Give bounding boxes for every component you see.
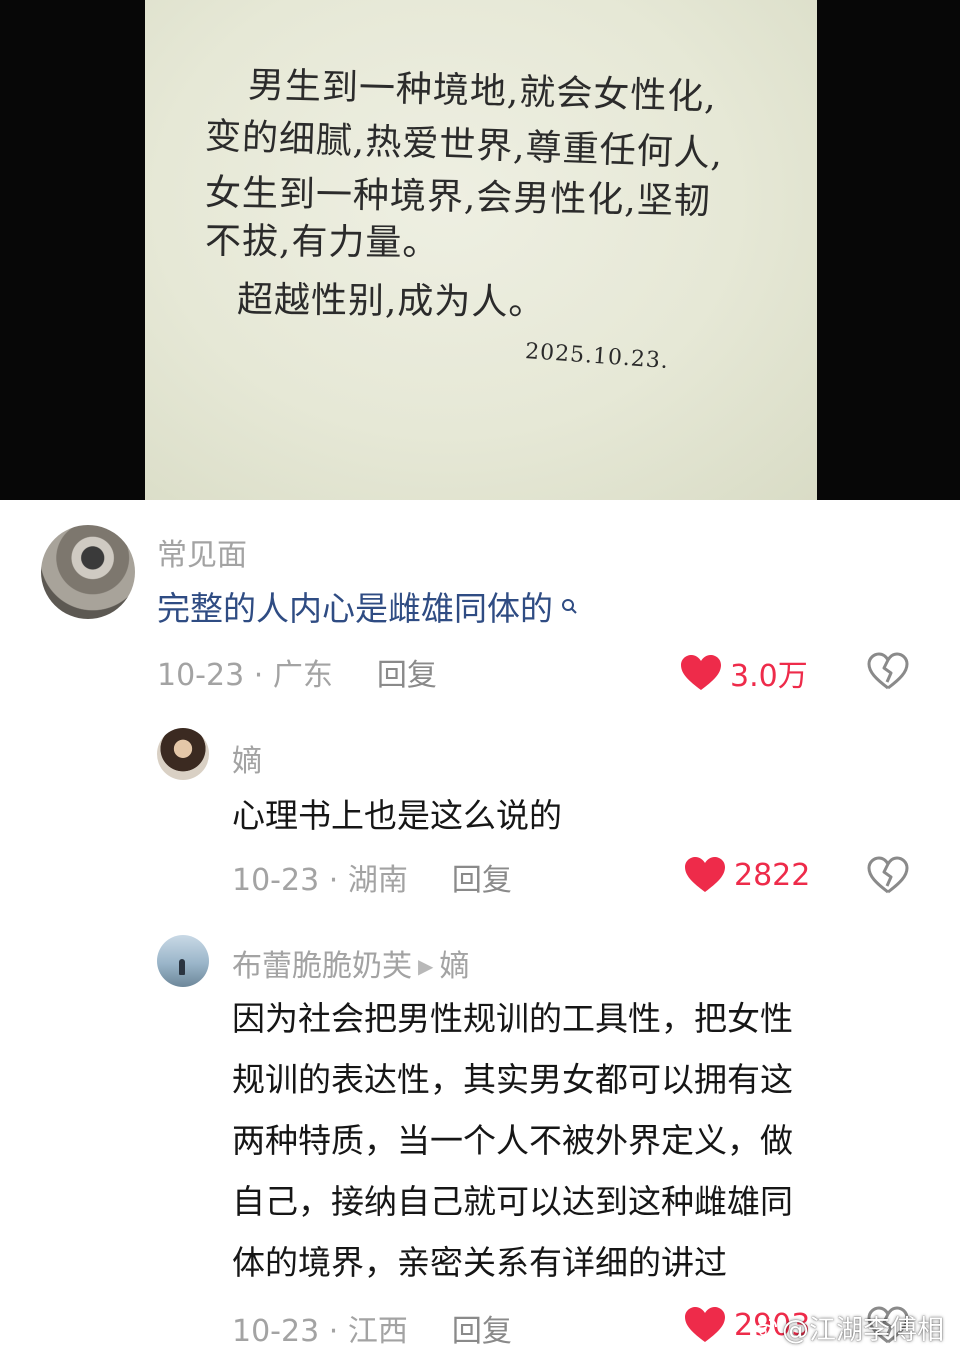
comment-text-line: 规训的表达性，其实男女都可以拥有这 [232,1060,793,1099]
reply-arrow-icon: ▶ [418,954,434,978]
heart-icon [685,1307,725,1342]
reply-button[interactable]: 回复 [452,863,512,898]
like-count: 2822 [734,857,811,893]
avatar[interactable] [157,728,209,780]
note-line: 不拔,有力量。 [204,220,440,265]
heart-icon [685,857,725,892]
comment-date: 10-23 [232,863,320,898]
reply-button[interactable]: 回复 [377,658,437,693]
comment-text: 因为社会把男性规训的工具性，把女性 规训的表达性，其实男女都可以拥有这 两种特质… [232,988,902,1293]
heart-icon [681,655,721,690]
comment-username[interactable]: 布蕾脆脆奶芙 ▶ 嫡 [232,941,469,985]
comment-meta: 10-23 · 广东 回复 [157,658,437,693]
avatar[interactable] [157,935,209,987]
comment-text-line: 体的境界，亲密关系有详细的讲过 [232,1243,727,1282]
comment-text-line: 自己，接纳自己就可以达到这种雌雄同 [232,1182,793,1221]
weibo-icon [753,1319,777,1340]
note-photo: 男生到一种境地,就会女性化, 变的细腻,热爱世界,尊重任何人, 女生到一种境界,… [0,0,960,500]
comment-text-line: 因为社会把男性规训的工具性，把女性 [232,999,793,1038]
comment-location: 广东 [272,658,333,693]
reply-to-username[interactable]: 嫡 [439,949,469,984]
like-button[interactable]: 2822 [684,856,810,894]
comment-text: 心理书上也是这么说的 [232,796,562,835]
comment-text: 完整的人内心是雌雄同体的 [157,578,578,639]
like-button[interactable]: 3.0万 [680,651,808,695]
comment-date: 10-23 [232,1314,320,1349]
comment-location: 湖南 [347,863,408,898]
comment-date: 10-23 [157,658,245,693]
avatar[interactable] [41,525,135,619]
comment-location: 江西 [347,1314,408,1349]
reply-button[interactable]: 回复 [452,1314,512,1349]
comment-meta: 10-23 · 湖南 回复 [232,863,512,898]
comment-meta: 10-23 · 江西 回复 [232,1314,512,1349]
comment-text-line: 两种特质，当一个人不被外界定义，做 [232,1121,793,1160]
broken-heart-icon[interactable] [867,856,909,896]
comment-username[interactable]: 常见面 [157,530,247,574]
broken-heart-icon[interactable] [867,652,909,692]
watermark: @江湖李傅相 [752,1308,944,1347]
comment-username[interactable]: 嫡 [232,736,262,780]
note-date: 2025.10.23. [524,339,670,374]
search-icon[interactable] [553,596,578,621]
note-line: 超越性别,成为人。 [236,279,546,324]
like-count: 3.0万 [730,659,808,694]
note-paper: 男生到一种境地,就会女性化, 变的细腻,热爱世界,尊重任何人, 女生到一种境界,… [145,0,817,500]
